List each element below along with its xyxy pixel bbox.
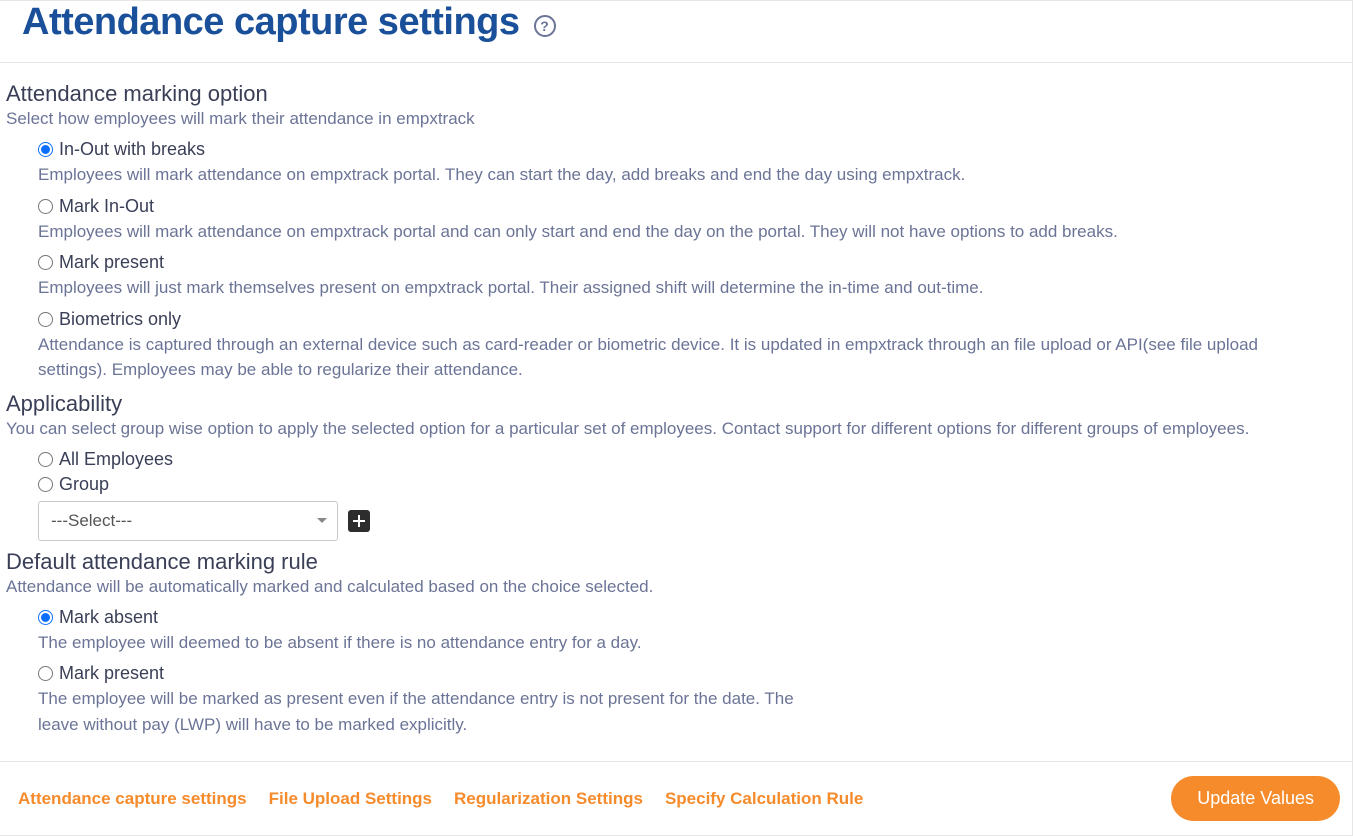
- footer-bar: Attendance capture settings File Upload …: [0, 761, 1352, 835]
- radio-biometrics-only[interactable]: [38, 312, 53, 327]
- option-desc: The employee will deemed to be absent if…: [38, 630, 1326, 656]
- plus-icon: [353, 515, 365, 527]
- option-mark-in-out: Mark In-Out Employees will mark attendan…: [38, 196, 1346, 245]
- option-in-out-breaks: In-Out with breaks Employees will mark a…: [38, 139, 1346, 188]
- option-mark-present: Mark present Employees will just mark th…: [38, 252, 1346, 301]
- add-group-button[interactable]: [348, 510, 370, 532]
- radio-all-employees[interactable]: [38, 452, 53, 467]
- section-title-default-rule: Default attendance marking rule: [6, 549, 1346, 575]
- radio-in-out-breaks[interactable]: [38, 142, 53, 157]
- option-group: Group ---Select---: [38, 474, 1346, 541]
- section-title-marking: Attendance marking option: [6, 81, 1346, 107]
- radio-mark-in-out[interactable]: [38, 199, 53, 214]
- option-label: Biometrics only: [59, 309, 181, 330]
- option-label: Mark absent: [59, 607, 158, 628]
- option-all-employees: All Employees: [38, 449, 1346, 470]
- option-biometrics-only: Biometrics only Attendance is captured t…: [38, 309, 1346, 383]
- section-marking-option: Attendance marking option Select how emp…: [6, 81, 1346, 383]
- option-desc: Attendance is captured through an extern…: [38, 332, 1326, 383]
- radio-mark-present[interactable]: [38, 255, 53, 270]
- option-default-mark-present: Mark present The employee will be marked…: [38, 663, 1346, 737]
- option-label: Group: [59, 474, 109, 495]
- page-title: Attendance capture settings: [22, 1, 520, 44]
- page-header: Attendance capture settings ?: [0, 1, 1352, 62]
- help-icon[interactable]: ?: [534, 15, 556, 37]
- radio-group[interactable]: [38, 477, 53, 492]
- section-sub-marking: Select how employees will mark their att…: [6, 109, 1346, 129]
- option-desc: Employees will mark attendance on empxtr…: [38, 219, 1326, 245]
- chevron-down-icon: [317, 518, 327, 523]
- option-desc: Employees will just mark themselves pres…: [38, 275, 1326, 301]
- option-label: Mark present: [59, 663, 164, 684]
- radio-default-mark-present[interactable]: [38, 666, 53, 681]
- group-select-value: ---Select---: [51, 511, 132, 531]
- option-label: In-Out with breaks: [59, 139, 205, 160]
- section-default-rule: Default attendance marking rule Attendan…: [6, 549, 1346, 738]
- section-sub-default-rule: Attendance will be automatically marked …: [6, 577, 1346, 597]
- option-desc: The employee will be marked as present e…: [38, 686, 828, 737]
- option-label: Mark In-Out: [59, 196, 154, 217]
- section-applicability: Applicability You can select group wise …: [6, 391, 1346, 541]
- section-title-applicability: Applicability: [6, 391, 1346, 417]
- radio-mark-absent[interactable]: [38, 610, 53, 625]
- option-label: All Employees: [59, 449, 173, 470]
- option-desc: Employees will mark attendance on empxtr…: [38, 162, 1326, 188]
- option-mark-absent: Mark absent The employee will deemed to …: [38, 607, 1346, 656]
- option-label: Mark present: [59, 252, 164, 273]
- group-select[interactable]: ---Select---: [38, 501, 338, 541]
- section-sub-applicability: You can select group wise option to appl…: [6, 419, 1346, 439]
